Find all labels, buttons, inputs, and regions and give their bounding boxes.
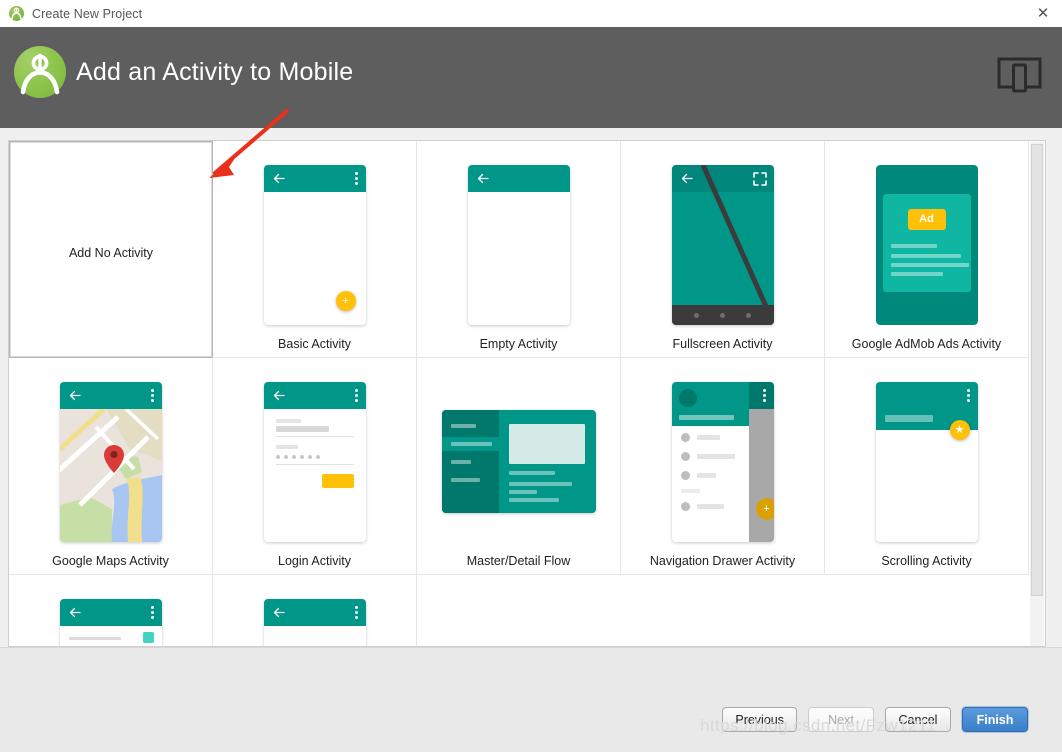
back-arrow-icon — [69, 607, 81, 618]
window-title: Create New Project — [32, 7, 142, 21]
android-studio-logo — [12, 44, 68, 100]
google-maps-activity-thumbnail — [60, 382, 162, 542]
template-master-detail-flow[interactable]: Master/Detail Flow — [417, 358, 621, 575]
overflow-menu-icon — [355, 172, 358, 185]
login-activity-thumbnail — [264, 382, 366, 542]
template-add-no-activity[interactable]: Add No Activity — [9, 141, 213, 358]
system-nav-bar — [672, 305, 774, 325]
fab-add-icon: + — [756, 498, 774, 520]
overflow-menu-icon — [355, 389, 358, 402]
scrolling-activity-thumbnail: ★ — [876, 382, 978, 542]
back-arrow-icon — [273, 173, 285, 184]
avatar — [679, 389, 697, 407]
admob-activity-thumbnail: Ad — [876, 165, 978, 325]
template-label: Google Maps Activity — [52, 554, 169, 568]
password-label — [276, 445, 298, 449]
mobile-device-icon — [997, 57, 1042, 95]
template-basic-activity[interactable]: + Basic Activity — [213, 141, 417, 358]
basic-activity-thumbnail: + — [264, 165, 366, 325]
template-empty-activity[interactable]: Empty Activity — [417, 141, 621, 358]
template-scrolling-activity[interactable]: ★ Scrolling Activity — [825, 358, 1029, 575]
fullscreen-icon — [753, 172, 767, 186]
back-arrow-icon — [681, 173, 693, 184]
template-tabbed-activity[interactable] — [213, 575, 417, 647]
template-google-admob-ads-activity[interactable]: Ad Google AdMob Ads Activity — [825, 141, 1029, 358]
ad-badge: Ad — [908, 209, 946, 230]
template-fullscreen-activity[interactable]: Fullscreen Activity — [621, 141, 825, 358]
back-arrow-icon — [477, 173, 489, 184]
overflow-menu-icon — [151, 389, 154, 402]
back-arrow-icon — [273, 607, 285, 618]
fab-star-icon: ★ — [950, 420, 970, 440]
overflow-menu-icon — [763, 389, 766, 402]
template-label: Google AdMob Ads Activity — [852, 337, 1001, 351]
title-bar: Create New Project ✕ — [0, 0, 1062, 28]
overflow-menu-icon — [355, 606, 358, 619]
back-arrow-icon — [273, 390, 285, 401]
overflow-menu-icon — [151, 606, 154, 619]
template-navigation-drawer-activity[interactable]: + Navigation Drawer Activi — [621, 358, 825, 575]
android-studio-icon — [8, 5, 25, 22]
dialog-footer: Previous Next Cancel Finish — [0, 647, 1062, 752]
page-title: Add an Activity to Mobile — [76, 58, 353, 87]
watermark: https://blog.csdn.net/Fzw1211 — [700, 716, 1062, 736]
password-field — [276, 455, 320, 459]
email-field — [276, 426, 329, 432]
template-label: Navigation Drawer Activity — [650, 554, 795, 568]
template-label: Login Activity — [278, 554, 351, 568]
template-label: Master/Detail Flow — [467, 554, 571, 568]
template-label: Scrolling Activity — [881, 554, 971, 568]
fullscreen-activity-thumbnail — [672, 165, 774, 325]
vertical-scrollbar[interactable] — [1030, 142, 1044, 647]
empty-activity-thumbnail — [468, 165, 570, 325]
checkbox-icon — [143, 632, 154, 643]
create-new-project-dialog: Create New Project ✕ Add an Activity to … — [0, 0, 1062, 751]
template-google-maps-activity[interactable]: Google Maps Activity — [9, 358, 213, 575]
master-detail-flow-thumbnail — [468, 382, 570, 542]
fab-add-icon: + — [336, 291, 356, 311]
sign-in-button — [322, 474, 354, 488]
tabbed-activity-thumbnail — [264, 599, 366, 647]
template-label: Empty Activity — [480, 337, 558, 351]
close-icon[interactable]: ✕ — [1034, 5, 1052, 23]
navigation-drawer-thumbnail: + — [672, 382, 774, 542]
template-login-activity[interactable]: Login Activity — [213, 358, 417, 575]
template-label: Fullscreen Activity — [672, 337, 772, 351]
template-label: Basic Activity — [278, 337, 351, 351]
overflow-menu-icon — [967, 389, 970, 402]
template-settings-activity[interactable] — [9, 575, 213, 647]
settings-activity-thumbnail — [60, 599, 162, 647]
template-label: Add No Activity — [10, 246, 212, 260]
map-preview — [60, 409, 162, 542]
scrollbar-thumb[interactable] — [1031, 144, 1043, 596]
back-arrow-icon — [69, 390, 81, 401]
email-label — [276, 419, 301, 423]
activity-template-grid[interactable]: Add No Activity + Basic Activity — [8, 140, 1046, 647]
